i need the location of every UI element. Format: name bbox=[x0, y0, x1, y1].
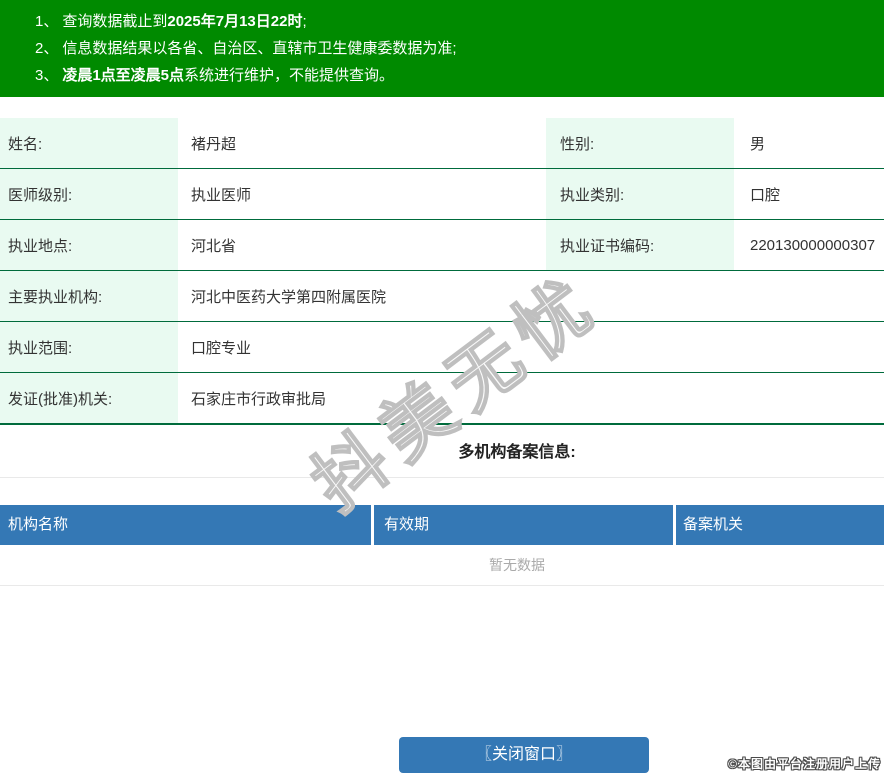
info-label: 执业范围: bbox=[0, 321, 178, 373]
notice-banner: 1、 查询数据截止到2025年7月13日22时; 2、 信息数据结果以各省、自治区、直… bbox=[0, 0, 884, 97]
info-value: 褚丹超 bbox=[178, 118, 546, 169]
info-value: 220130000000307 bbox=[734, 219, 884, 271]
info-label: 主要执业机构: bbox=[0, 270, 178, 322]
query-result-page: 1、 查询数据截止到2025年7月13日22时; 2、 信息数据结果以各省、自治区、直… bbox=[0, 0, 884, 774]
notice-number: 1、 bbox=[35, 13, 59, 30]
info-value: 男 bbox=[734, 118, 884, 169]
multi-org-heading: 多机构备案信息: bbox=[458, 444, 576, 461]
info-row: 姓名: 褚丹超 性别: 男 bbox=[0, 118, 884, 169]
notice-number: 3、 bbox=[35, 67, 59, 84]
info-row: 医师级别: 执业医师 执业类别: 口腔 bbox=[0, 168, 884, 220]
info-value: 口腔 bbox=[734, 168, 884, 220]
info-value: 石家庄市行政审批局 bbox=[178, 372, 884, 425]
info-label: 医师级别: bbox=[0, 168, 178, 220]
info-label: 执业证书编码: bbox=[546, 219, 734, 271]
section-divider bbox=[0, 477, 884, 478]
notice-text: 信息数据结果以各省、自治区、直辖市卫生健康委数据为准; bbox=[62, 40, 457, 57]
notice-text: ; bbox=[302, 13, 307, 30]
info-value: 执业医师 bbox=[178, 168, 546, 220]
empty-data-row: 暂无数据 bbox=[0, 545, 884, 586]
upload-credit-watermark: ©本图由平台注册用户上传 bbox=[728, 757, 881, 771]
notice-number: 2、 bbox=[35, 40, 59, 57]
info-value: 口腔专业 bbox=[178, 321, 884, 373]
org-table-column-header: 有效期 bbox=[371, 505, 673, 545]
multi-org-table-header: 机构名称 有效期 备案机关 bbox=[0, 505, 884, 545]
practitioner-info-table: 姓名: 褚丹超 性别: 男医师级别: 执业医师 执业类别: 口腔 执业地点: 河北省 执业证书编码… bbox=[0, 118, 884, 425]
info-value: 河北省 bbox=[178, 219, 546, 271]
info-label: 性别: bbox=[546, 118, 734, 169]
info-row: 主要执业机构: 河北中医药大学第四附属医院 bbox=[0, 270, 884, 322]
notice-item: 3、 凌晨1点至凌晨5点系统进行维护，不能提供查询。 bbox=[0, 62, 884, 89]
notice-item: 2、 信息数据结果以各省、自治区、直辖市卫生健康委数据为准; bbox=[0, 35, 884, 62]
org-table-column-header: 备案机关 bbox=[673, 505, 884, 545]
info-label: 姓名: bbox=[0, 118, 178, 169]
org-table-column-header: 机构名称 bbox=[8, 516, 69, 533]
info-row: 执业范围: 口腔专业 bbox=[0, 321, 884, 373]
info-label: 执业地点: bbox=[0, 219, 178, 271]
info-label: 执业类别: bbox=[546, 168, 734, 220]
info-row: 发证(批准)机关: 石家庄市行政审批局 bbox=[0, 372, 884, 425]
info-row: 执业地点: 河北省 执业证书编码: 220130000000307 bbox=[0, 219, 884, 271]
notice-text-bold: 2025年7月13日22时 bbox=[167, 13, 303, 30]
notice-text-bold: 凌晨1点至凌晨5点 bbox=[62, 67, 185, 84]
notice-text: 查询数据截止到 bbox=[62, 13, 168, 30]
close-window-button[interactable]: 〖关闭窗口〗 bbox=[399, 737, 649, 773]
notice-item: 1、 查询数据截止到2025年7月13日22时; bbox=[0, 8, 884, 35]
info-value: 河北中医药大学第四附属医院 bbox=[178, 270, 884, 322]
info-label: 发证(批准)机关: bbox=[0, 372, 178, 425]
notice-text: 系统进行维护，不能提供查询。 bbox=[184, 67, 395, 84]
